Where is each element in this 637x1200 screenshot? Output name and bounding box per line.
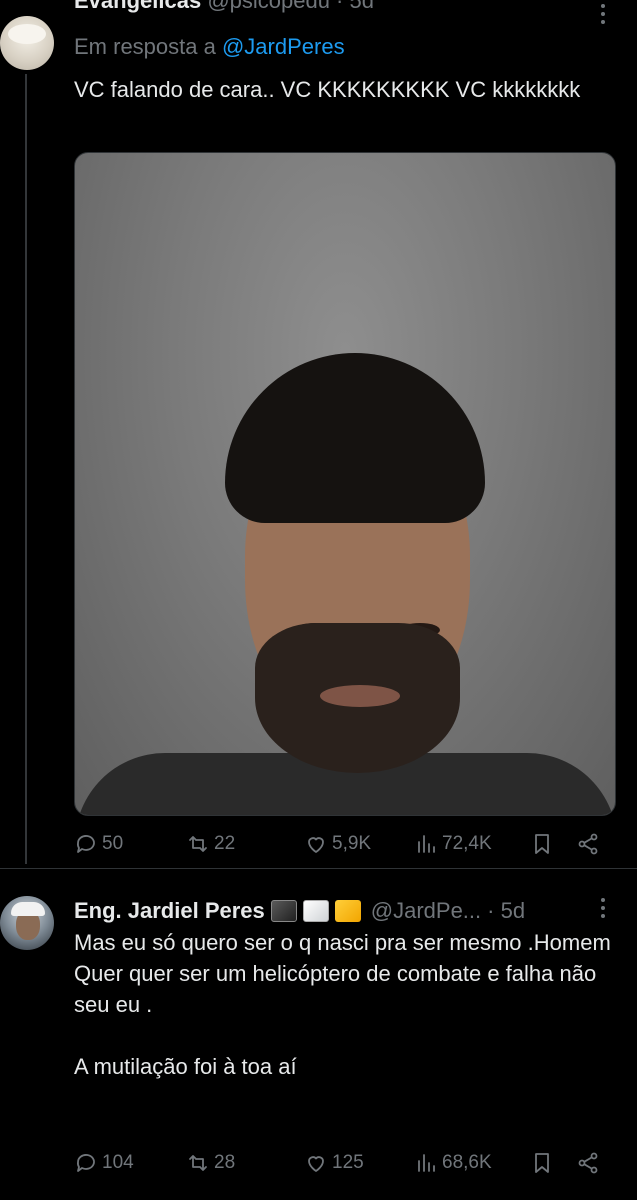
like-button[interactable]: 5,9K [304, 832, 371, 856]
reply-button[interactable]: 50 [74, 832, 123, 856]
reply-handle-link[interactable]: @JardPeres [222, 34, 345, 59]
retweet-button[interactable]: 22 [186, 832, 235, 856]
white-square-emoji [302, 900, 329, 922]
tweet-actions: 104 28 125 68,6K [74, 1151, 604, 1181]
tweet-time[interactable]: · 5d [487, 898, 525, 924]
reply-prefix: Em resposta a [74, 34, 216, 59]
bookmark-icon [535, 1153, 549, 1173]
share-button[interactable] [576, 832, 600, 856]
share-icon [578, 1152, 598, 1174]
views-button[interactable]: 72,4K [414, 832, 492, 856]
reply-icon [76, 1154, 95, 1172]
tweet-text: VC falando de cara.. VC KKKKKKKKK VC kkk… [74, 77, 581, 102]
like-count: 125 [332, 1152, 364, 1173]
tweet-header: Eng. Jardiel Peres @JardPe... · 5d [74, 896, 525, 926]
thread-line [25, 74, 27, 864]
yellow-square-emoji [334, 900, 361, 922]
reply-button[interactable]: 104 [74, 1151, 134, 1175]
views-icon [418, 835, 435, 853]
author-name[interactable]: Eng. Jardiel Peres [74, 898, 265, 924]
author-handle[interactable]: @JardPe... [371, 898, 481, 924]
bookmark-icon [535, 834, 549, 854]
avatar[interactable] [0, 896, 54, 950]
retweet-icon [189, 1155, 207, 1171]
reply-icon [76, 835, 95, 853]
heart-icon [308, 1156, 324, 1172]
views-icon [418, 1154, 435, 1172]
more-options-icon[interactable] [596, 898, 610, 922]
like-button[interactable]: 125 [304, 1151, 364, 1175]
views-button[interactable]: 68,6K [414, 1151, 492, 1175]
reply-count: 50 [102, 833, 124, 854]
author-name[interactable]: Evangelicas [74, 0, 201, 13]
tweet-actions: 50 22 5,9K 72,4K [74, 832, 604, 862]
heart-icon [308, 837, 324, 853]
black-square-emoji [270, 900, 297, 922]
retweet-count: 22 [214, 833, 236, 854]
share-button[interactable] [576, 1151, 600, 1175]
tweet-text: Mas eu só quero ser o q nasci pra ser me… [74, 930, 611, 1079]
author-handle[interactable]: @psicopedu · 5d [207, 0, 374, 13]
share-icon [578, 833, 598, 855]
like-count: 5,9K [332, 833, 372, 854]
retweet-button[interactable]: 28 [186, 1151, 235, 1175]
retweet-icon [189, 836, 207, 852]
view-count: 72,4K [442, 833, 492, 854]
bookmark-button[interactable] [530, 1151, 554, 1175]
divider [0, 868, 637, 869]
bookmark-button[interactable] [530, 832, 554, 856]
view-count: 68,6K [442, 1152, 492, 1173]
reply-context: Em resposta a @JardPeres [74, 34, 345, 60]
tweet-image[interactable] [74, 152, 616, 816]
tweet-header: Evangelicas @psicopedu · 5d [74, 0, 374, 14]
more-options-icon[interactable] [596, 4, 610, 28]
avatar[interactable] [0, 16, 54, 70]
reply-count: 104 [102, 1152, 134, 1173]
retweet-count: 28 [214, 1152, 236, 1173]
